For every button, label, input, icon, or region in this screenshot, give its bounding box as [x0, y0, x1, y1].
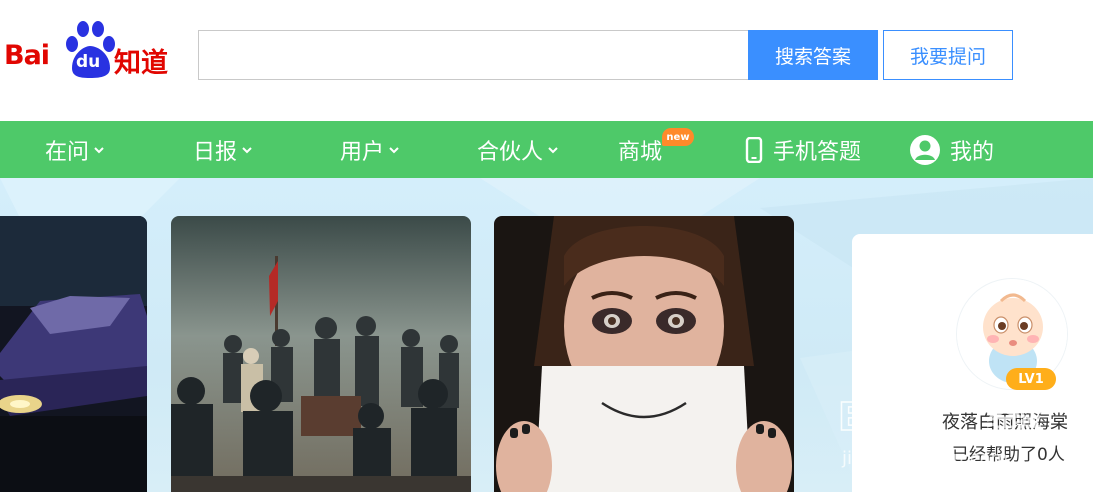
nav-item-zaiwen[interactable]: 在问 [45, 121, 105, 178]
search-button[interactable]: 搜索答案 [748, 30, 878, 80]
nav-item-mall[interactable]: 商城 [618, 121, 662, 178]
nav-item-label: 日报 [193, 139, 238, 165]
nav-item-label: 手机答题 [773, 139, 862, 165]
level-badge: LV1 [1006, 368, 1056, 390]
soldiers-image [171, 216, 471, 492]
nav-item-ribao[interactable]: 日报 [193, 121, 253, 178]
smile-paper-image [494, 216, 794, 492]
nav-item-label: 商城 [618, 139, 663, 165]
profile-help-count: 已经帮助了0人 [952, 445, 1065, 465]
chevron-down-icon [94, 146, 104, 153]
carousel-card-soldiers[interactable] [171, 216, 471, 492]
nav-item-label: 在问 [45, 139, 90, 165]
profile-username[interactable]: 夜落白雨照海棠 [942, 408, 1068, 434]
content-area: LV1 夜落白雨照海棠 已经帮助了0人 [0, 178, 1093, 492]
main-nav: 在问 日报 用户 合伙人 商城 手机答题 我的 [0, 121, 1093, 178]
chevron-down-icon [242, 146, 252, 153]
chevron-down-icon [548, 146, 558, 153]
logo-bai-text: Bai [4, 40, 50, 71]
carousel-card-smile[interactable] [494, 216, 794, 492]
search-input[interactable] [198, 30, 750, 80]
nav-item-yonghu[interactable]: 用户 [340, 121, 400, 178]
car-image [0, 216, 147, 492]
logo-du-text: du [76, 52, 101, 72]
nav-item-label: 合伙人 [477, 139, 544, 165]
phone-icon [745, 136, 763, 163]
chevron-down-icon [389, 146, 399, 153]
ask-question-button[interactable]: 我要提问 [883, 30, 1013, 80]
logo-zhidao-text: 知道 [114, 48, 168, 79]
nav-item-mine[interactable]: 我的 [909, 121, 994, 178]
nav-item-partner[interactable]: 合伙人 [477, 121, 559, 178]
user-avatar-icon [910, 134, 940, 165]
nav-item-label: 我的 [950, 139, 995, 165]
new-badge: new [662, 128, 694, 146]
header: Bai du 知道 搜索答案 我要提问 [0, 0, 1093, 120]
nav-item-label: 用户 [340, 139, 385, 165]
nav-item-mobile-answer[interactable]: 手机答题 [744, 121, 861, 178]
carousel-card-car[interactable] [0, 216, 147, 492]
baidu-zhidao-logo[interactable]: Bai du 知道 [4, 18, 176, 80]
user-profile-card: LV1 夜落白雨照海棠 已经帮助了0人 [852, 234, 1093, 492]
